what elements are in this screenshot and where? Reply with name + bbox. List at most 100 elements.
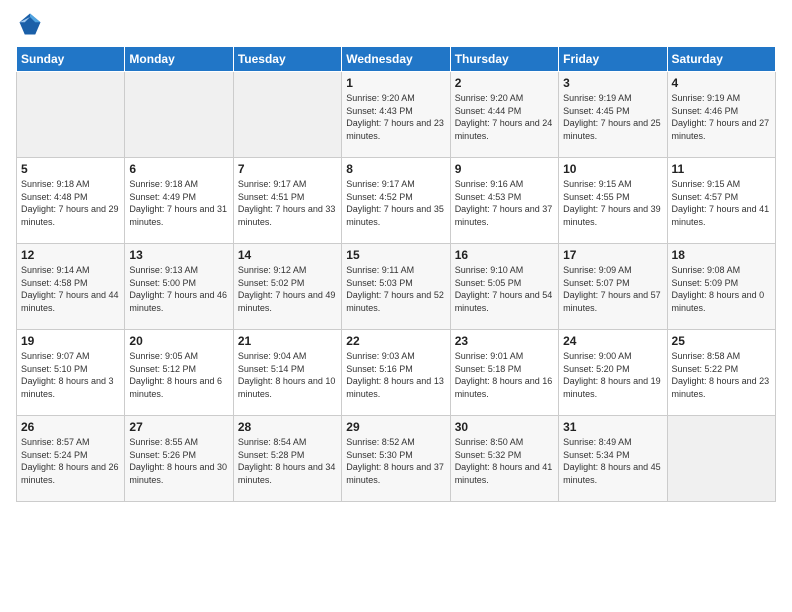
day-number: 3 xyxy=(563,76,662,90)
day-number: 30 xyxy=(455,420,554,434)
day-number: 27 xyxy=(129,420,228,434)
day-number: 2 xyxy=(455,76,554,90)
day-cell: 31 Sunrise: 8:49 AM Sunset: 5:34 PM Dayli… xyxy=(559,416,667,502)
day-info: Sunrise: 8:50 AM Sunset: 5:32 PM Dayligh… xyxy=(455,436,554,486)
header-thursday: Thursday xyxy=(450,47,558,72)
day-cell: 20 Sunrise: 9:05 AM Sunset: 5:12 PM Dayli… xyxy=(125,330,233,416)
day-cell: 2 Sunrise: 9:20 AM Sunset: 4:44 PM Daylig… xyxy=(450,72,558,158)
day-cell: 23 Sunrise: 9:01 AM Sunset: 5:18 PM Dayli… xyxy=(450,330,558,416)
day-cell: 11 Sunrise: 9:15 AM Sunset: 4:57 PM Dayli… xyxy=(667,158,775,244)
day-info: Sunrise: 9:19 AM Sunset: 4:45 PM Dayligh… xyxy=(563,92,662,142)
day-cell: 4 Sunrise: 9:19 AM Sunset: 4:46 PM Daylig… xyxy=(667,72,775,158)
day-cell: 19 Sunrise: 9:07 AM Sunset: 5:10 PM Dayli… xyxy=(17,330,125,416)
day-cell: 3 Sunrise: 9:19 AM Sunset: 4:45 PM Daylig… xyxy=(559,72,667,158)
day-info: Sunrise: 9:09 AM Sunset: 5:07 PM Dayligh… xyxy=(563,264,662,314)
day-cell: 1 Sunrise: 9:20 AM Sunset: 4:43 PM Daylig… xyxy=(342,72,450,158)
day-info: Sunrise: 9:20 AM Sunset: 4:43 PM Dayligh… xyxy=(346,92,445,142)
day-info: Sunrise: 9:19 AM Sunset: 4:46 PM Dayligh… xyxy=(672,92,771,142)
day-number: 5 xyxy=(21,162,120,176)
day-info: Sunrise: 9:15 AM Sunset: 4:55 PM Dayligh… xyxy=(563,178,662,228)
day-cell: 15 Sunrise: 9:11 AM Sunset: 5:03 PM Dayli… xyxy=(342,244,450,330)
day-info: Sunrise: 8:58 AM Sunset: 5:22 PM Dayligh… xyxy=(672,350,771,400)
header-saturday: Saturday xyxy=(667,47,775,72)
day-cell xyxy=(125,72,233,158)
day-cell: 6Sunrise: 9:18 AM Sunset: 4:49 PM Daylig… xyxy=(125,158,233,244)
day-cell: 5 Sunrise: 9:18 AM Sunset: 4:48 PM Daylig… xyxy=(17,158,125,244)
day-info: Sunrise: 9:03 AM Sunset: 5:16 PM Dayligh… xyxy=(346,350,445,400)
day-cell: 7 Sunrise: 9:17 AM Sunset: 4:51 PM Daylig… xyxy=(233,158,341,244)
day-info: Sunrise: 9:05 AM Sunset: 5:12 PM Dayligh… xyxy=(129,350,228,400)
day-number: 22 xyxy=(346,334,445,348)
day-number: 29 xyxy=(346,420,445,434)
week-row-4: 19 Sunrise: 9:07 AM Sunset: 5:10 PM Dayli… xyxy=(17,330,776,416)
day-number: 13 xyxy=(129,248,228,262)
day-number: 8 xyxy=(346,162,445,176)
week-row-5: 26 Sunrise: 8:57 AM Sunset: 5:24 PM Dayli… xyxy=(17,416,776,502)
day-number: 7 xyxy=(238,162,337,176)
day-info: Sunrise: 9:13 AM Sunset: 5:00 PM Dayligh… xyxy=(129,264,228,314)
day-number: 1 xyxy=(346,76,445,90)
day-number: 24 xyxy=(563,334,662,348)
day-number: 20 xyxy=(129,334,228,348)
week-row-3: 12Sunrise: 9:14 AM Sunset: 4:58 PM Dayli… xyxy=(17,244,776,330)
day-number: 15 xyxy=(346,248,445,262)
day-info: Sunrise: 9:20 AM Sunset: 4:44 PM Dayligh… xyxy=(455,92,554,142)
calendar-header-row: SundayMondayTuesdayWednesdayThursdayFrid… xyxy=(17,47,776,72)
day-info: Sunrise: 9:10 AM Sunset: 5:05 PM Dayligh… xyxy=(455,264,554,314)
header-sunday: Sunday xyxy=(17,47,125,72)
day-number: 11 xyxy=(672,162,771,176)
day-info: Sunrise: 9:07 AM Sunset: 5:10 PM Dayligh… xyxy=(21,350,120,400)
header-monday: Monday xyxy=(125,47,233,72)
day-cell: 25Sunrise: 8:58 AM Sunset: 5:22 PM Dayli… xyxy=(667,330,775,416)
day-number: 14 xyxy=(238,248,337,262)
day-cell: 26 Sunrise: 8:57 AM Sunset: 5:24 PM Dayli… xyxy=(17,416,125,502)
day-number: 28 xyxy=(238,420,337,434)
day-number: 16 xyxy=(455,248,554,262)
day-info: Sunrise: 9:14 AM Sunset: 4:58 PM Dayligh… xyxy=(21,264,120,314)
day-number: 19 xyxy=(21,334,120,348)
day-info: Sunrise: 9:15 AM Sunset: 4:57 PM Dayligh… xyxy=(672,178,771,228)
week-row-1: 1 Sunrise: 9:20 AM Sunset: 4:43 PM Daylig… xyxy=(17,72,776,158)
day-cell: 13 Sunrise: 9:13 AM Sunset: 5:00 PM Dayli… xyxy=(125,244,233,330)
day-number: 9 xyxy=(455,162,554,176)
day-number: 4 xyxy=(672,76,771,90)
day-info: Sunrise: 8:54 AM Sunset: 5:28 PM Dayligh… xyxy=(238,436,337,486)
day-cell: 9 Sunrise: 9:16 AM Sunset: 4:53 PM Daylig… xyxy=(450,158,558,244)
week-row-2: 5 Sunrise: 9:18 AM Sunset: 4:48 PM Daylig… xyxy=(17,158,776,244)
day-number: 17 xyxy=(563,248,662,262)
day-cell: 10Sunrise: 9:15 AM Sunset: 4:55 PM Dayli… xyxy=(559,158,667,244)
day-info: Sunrise: 8:55 AM Sunset: 5:26 PM Dayligh… xyxy=(129,436,228,486)
header-friday: Friday xyxy=(559,47,667,72)
day-cell xyxy=(667,416,775,502)
day-cell: 8 Sunrise: 9:17 AM Sunset: 4:52 PM Daylig… xyxy=(342,158,450,244)
header-tuesday: Tuesday xyxy=(233,47,341,72)
day-info: Sunrise: 8:49 AM Sunset: 5:34 PM Dayligh… xyxy=(563,436,662,486)
day-cell: 16 Sunrise: 9:10 AM Sunset: 5:05 PM Dayli… xyxy=(450,244,558,330)
day-info: Sunrise: 9:17 AM Sunset: 4:52 PM Dayligh… xyxy=(346,178,445,228)
day-cell: 21 Sunrise: 9:04 AM Sunset: 5:14 PM Dayli… xyxy=(233,330,341,416)
day-cell xyxy=(233,72,341,158)
day-info: Sunrise: 9:12 AM Sunset: 5:02 PM Dayligh… xyxy=(238,264,337,314)
day-number: 26 xyxy=(21,420,120,434)
day-info: Sunrise: 9:17 AM Sunset: 4:51 PM Dayligh… xyxy=(238,178,337,228)
logo xyxy=(16,10,48,38)
calendar-table: SundayMondayTuesdayWednesdayThursdayFrid… xyxy=(16,46,776,502)
day-cell: 17 Sunrise: 9:09 AM Sunset: 5:07 PM Dayli… xyxy=(559,244,667,330)
day-number: 21 xyxy=(238,334,337,348)
day-number: 31 xyxy=(563,420,662,434)
day-info: Sunrise: 9:18 AM Sunset: 4:49 PM Dayligh… xyxy=(129,178,228,228)
day-info: Sunrise: 9:04 AM Sunset: 5:14 PM Dayligh… xyxy=(238,350,337,400)
logo-icon xyxy=(16,10,44,38)
day-info: Sunrise: 9:11 AM Sunset: 5:03 PM Dayligh… xyxy=(346,264,445,314)
header xyxy=(16,10,776,38)
day-cell: 24Sunrise: 9:00 AM Sunset: 5:20 PM Dayli… xyxy=(559,330,667,416)
day-info: Sunrise: 9:16 AM Sunset: 4:53 PM Dayligh… xyxy=(455,178,554,228)
day-cell: 30 Sunrise: 8:50 AM Sunset: 5:32 PM Dayli… xyxy=(450,416,558,502)
day-cell: 27 Sunrise: 8:55 AM Sunset: 5:26 PM Dayli… xyxy=(125,416,233,502)
day-info: Sunrise: 9:01 AM Sunset: 5:18 PM Dayligh… xyxy=(455,350,554,400)
day-number: 23 xyxy=(455,334,554,348)
day-cell: 28 Sunrise: 8:54 AM Sunset: 5:28 PM Dayli… xyxy=(233,416,341,502)
day-info: Sunrise: 9:18 AM Sunset: 4:48 PM Dayligh… xyxy=(21,178,120,228)
day-number: 18 xyxy=(672,248,771,262)
day-info: Sunrise: 8:57 AM Sunset: 5:24 PM Dayligh… xyxy=(21,436,120,486)
